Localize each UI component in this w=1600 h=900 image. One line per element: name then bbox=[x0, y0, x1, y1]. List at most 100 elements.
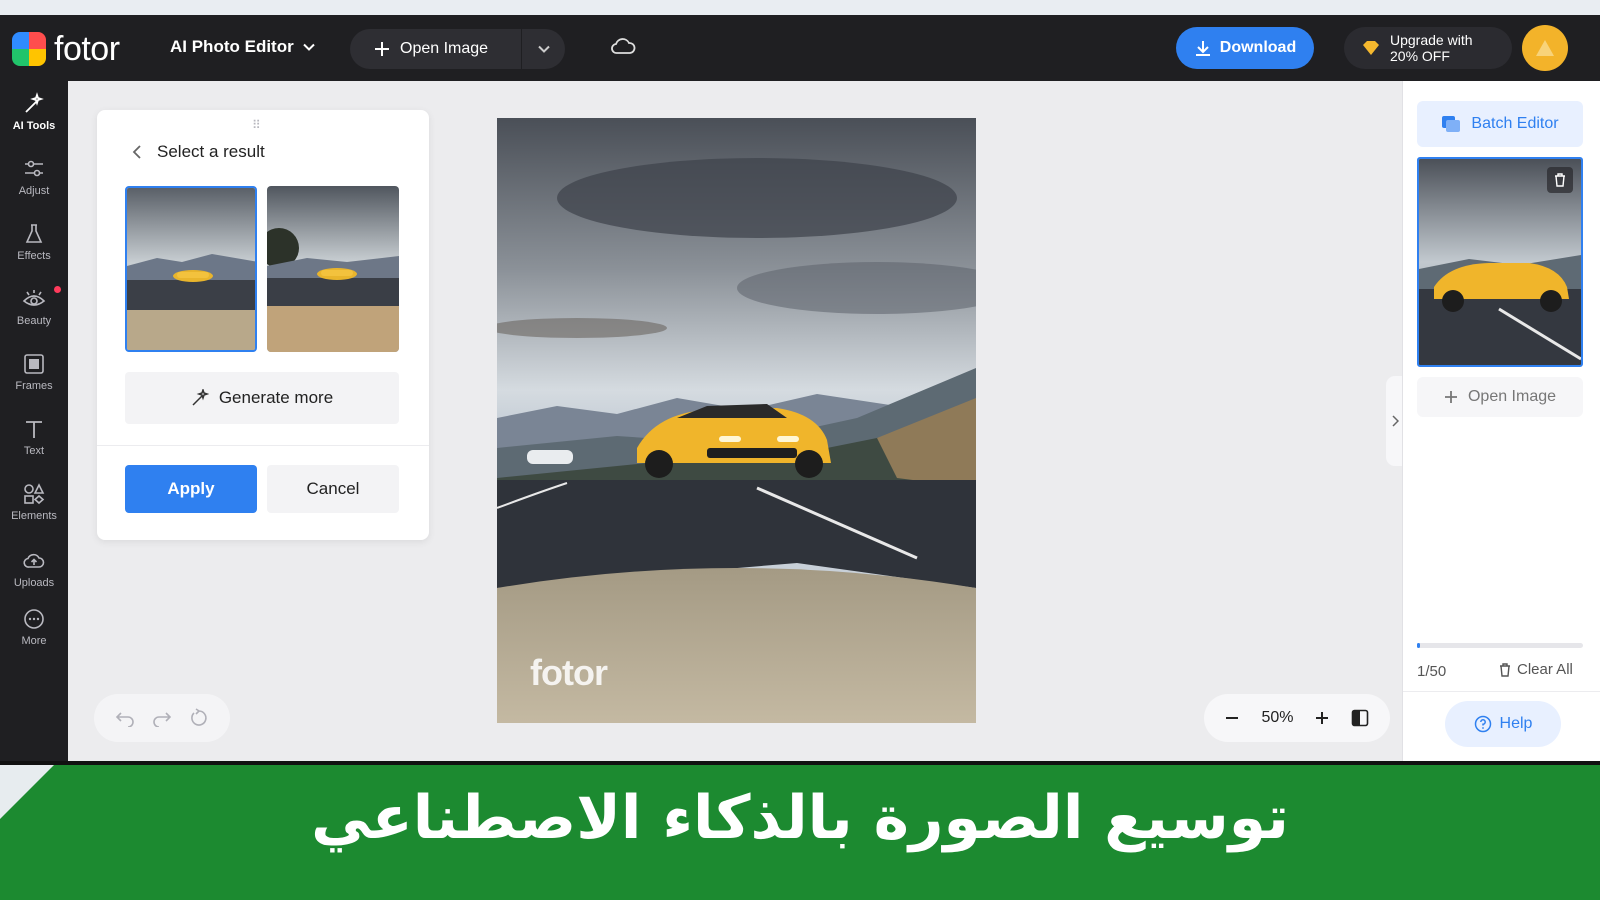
back-chevron-icon[interactable] bbox=[131, 144, 143, 160]
clear-all-label: Clear All bbox=[1517, 661, 1573, 678]
sidebar-item-label: Elements bbox=[11, 510, 57, 522]
result-panel: ⠿ Select a result Generate more Apply Ca… bbox=[97, 110, 429, 540]
cloud-save-button[interactable] bbox=[610, 35, 636, 62]
image-count: 1/50 bbox=[1417, 663, 1447, 680]
image-count-progress-fill bbox=[1417, 643, 1421, 648]
generate-more-button[interactable]: Generate more bbox=[125, 372, 399, 424]
plus-icon bbox=[375, 42, 389, 56]
sidebar-item-uploads[interactable]: Uploads bbox=[0, 538, 68, 600]
batch-editor-button[interactable]: Batch Editor bbox=[1417, 101, 1583, 147]
sidebar-item-effects[interactable]: Effects bbox=[0, 211, 68, 273]
fotor-logo[interactable]: fotor bbox=[12, 32, 120, 66]
frame-icon bbox=[24, 354, 44, 374]
avatar[interactable] bbox=[1522, 25, 1568, 71]
result-image-2 bbox=[267, 186, 399, 352]
batch-icon bbox=[1442, 116, 1461, 132]
result-panel-title: Select a result bbox=[157, 142, 265, 161]
plus-icon bbox=[1444, 391, 1457, 403]
upgrade-line2: 20% OFF bbox=[1390, 48, 1450, 64]
brand-name: fotor bbox=[54, 30, 120, 68]
shapes-icon bbox=[24, 483, 45, 505]
sidebar-item-label: Uploads bbox=[13, 577, 55, 589]
result-thumbnail-1[interactable] bbox=[125, 186, 257, 352]
download-button[interactable]: Download bbox=[1176, 27, 1314, 69]
image-count-progress bbox=[1417, 643, 1583, 648]
help-button[interactable]: Help bbox=[1445, 701, 1561, 747]
panel-divider bbox=[97, 445, 429, 446]
undo-icon[interactable] bbox=[115, 709, 135, 727]
delete-thumbnail-button[interactable] bbox=[1547, 167, 1573, 193]
diamond-icon bbox=[1363, 41, 1379, 55]
apply-button[interactable]: Apply bbox=[125, 465, 257, 513]
download-icon bbox=[1195, 41, 1210, 56]
eye-icon bbox=[22, 290, 46, 306]
sliders-icon bbox=[25, 160, 43, 177]
side-open-image-label: Open Image bbox=[1467, 388, 1557, 405]
zoom-controls: 50% bbox=[1204, 694, 1390, 742]
sidebar-item-label: Frames bbox=[15, 380, 53, 392]
redo-icon[interactable] bbox=[152, 709, 172, 727]
more-icon bbox=[24, 609, 44, 629]
help-divider bbox=[1403, 691, 1600, 692]
open-image-button[interactable]: Open Image bbox=[350, 29, 522, 69]
canvas-watermark: fotor bbox=[530, 652, 608, 693]
car-photo bbox=[497, 118, 976, 723]
ai-tools-icon bbox=[25, 92, 44, 113]
open-image-label: Open Image bbox=[400, 40, 489, 57]
history-controls bbox=[94, 694, 230, 742]
cloud-icon bbox=[611, 38, 636, 54]
download-label: Download bbox=[1219, 39, 1297, 56]
zoom-out-icon[interactable] bbox=[1224, 710, 1240, 726]
editor-mode-label: AI Photo Editor bbox=[170, 37, 294, 56]
sidebar-item-label: Adjust bbox=[18, 185, 50, 197]
image-thumbnail[interactable] bbox=[1417, 157, 1583, 367]
help-label: Help bbox=[1499, 715, 1533, 732]
sidebar-item-label: Effects bbox=[17, 250, 51, 262]
help-icon bbox=[1474, 715, 1491, 733]
top-strip bbox=[0, 0, 1600, 15]
chevron-down-icon bbox=[537, 45, 550, 53]
sidebar-item-label: Text bbox=[23, 445, 45, 457]
compare-icon[interactable] bbox=[1351, 709, 1369, 727]
zoom-in-icon[interactable] bbox=[1314, 710, 1330, 726]
sidebar-item-ai-tools[interactable]: AI Tools bbox=[0, 81, 68, 143]
canvas-image[interactable] bbox=[497, 118, 976, 723]
result-thumbnail-2[interactable] bbox=[267, 186, 399, 352]
upgrade-button[interactable]: Upgrade with 20% OFF bbox=[1344, 27, 1512, 69]
sidebar-item-label: Beauty bbox=[16, 315, 52, 327]
zoom-level: 50% bbox=[1261, 709, 1294, 726]
editor-mode-dropdown[interactable]: AI Photo Editor bbox=[170, 37, 316, 57]
side-open-image-button[interactable]: Open Image bbox=[1417, 377, 1583, 417]
chevron-down-icon bbox=[303, 43, 315, 51]
batch-editor-label: Batch Editor bbox=[1471, 115, 1559, 132]
drag-handle-icon[interactable]: ⠿ bbox=[252, 118, 262, 132]
sidebar-item-elements[interactable]: Elements bbox=[0, 471, 68, 533]
sidebar-item-adjust[interactable]: Adjust bbox=[0, 146, 68, 208]
open-image-menu-button[interactable] bbox=[522, 29, 565, 69]
left-toolbar: AI Tools Adjust Effects Beauty Frames Te… bbox=[0, 81, 68, 761]
clear-all-button[interactable]: Clear All bbox=[1499, 661, 1573, 678]
avatar-triangle-icon bbox=[1536, 40, 1554, 56]
sidebar-item-label: AI Tools bbox=[12, 120, 56, 132]
trash-icon bbox=[1555, 173, 1565, 187]
sidebar-item-text[interactable]: Text bbox=[0, 406, 68, 468]
text-icon bbox=[26, 421, 42, 438]
top-header: fotor AI Photo Editor Open Image Downloa… bbox=[0, 15, 1600, 81]
generate-more-label: Generate more bbox=[218, 388, 334, 407]
fotor-logo-icon bbox=[12, 32, 46, 66]
upload-cloud-icon bbox=[23, 553, 45, 568]
flask-icon bbox=[25, 224, 43, 243]
trash-icon bbox=[1500, 662, 1510, 677]
chevron-right-icon bbox=[1392, 415, 1399, 427]
notification-dot bbox=[54, 286, 61, 293]
sidebar-item-more[interactable]: More bbox=[0, 596, 68, 658]
result-panel-header: Select a result bbox=[131, 142, 265, 162]
sidebar-item-frames[interactable]: Frames bbox=[0, 341, 68, 403]
reset-icon[interactable] bbox=[189, 708, 209, 728]
sidebar-item-label: More bbox=[21, 635, 47, 647]
upgrade-line1: Upgrade with bbox=[1390, 32, 1473, 48]
result-image-1 bbox=[127, 188, 255, 350]
cancel-button[interactable]: Cancel bbox=[267, 465, 399, 513]
caption-text: توسيع الصورة بالذكاء الاصطناعي bbox=[311, 783, 1289, 853]
open-image-group: Open Image bbox=[350, 29, 565, 69]
